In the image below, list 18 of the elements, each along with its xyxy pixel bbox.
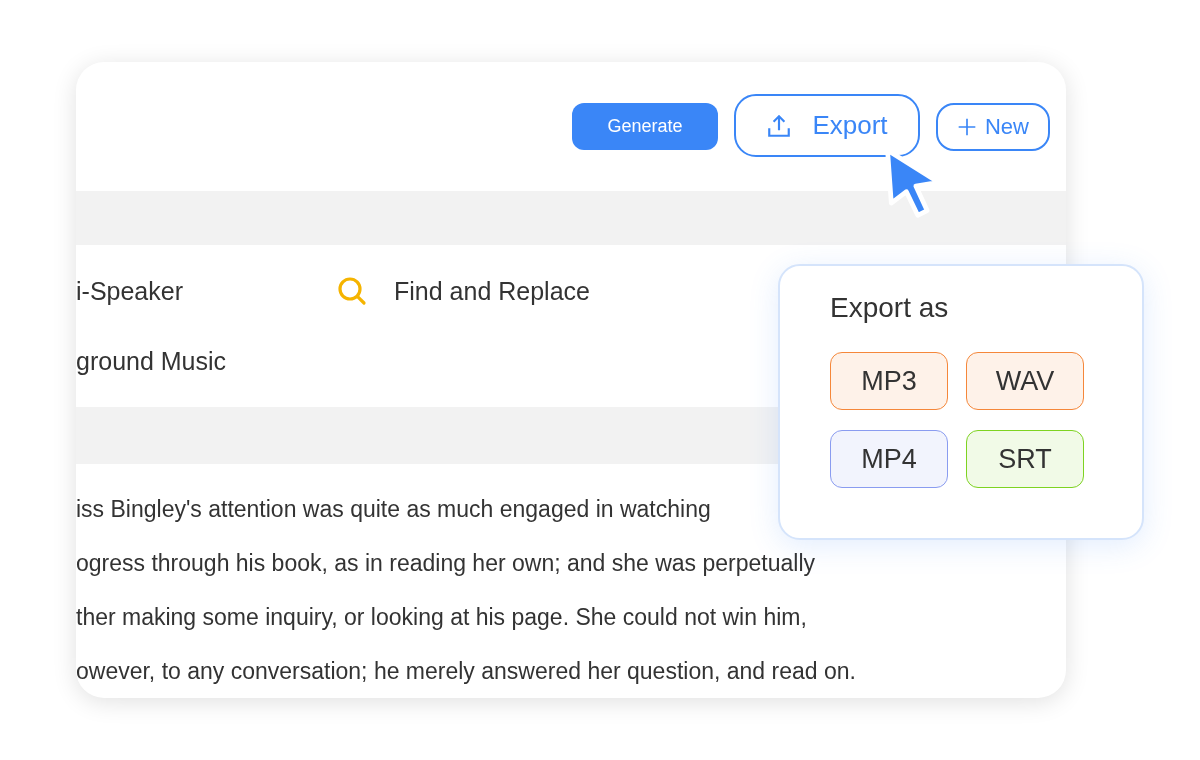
export-button[interactable]: Export [734,94,920,158]
text-line: owever, to any conversation; he merely answered her question, and read on. [76,657,857,686]
text-line: ogress through his book, as in reading her own; and she was perpetually [76,549,816,578]
format-option[interactable]: WAV [966,352,1084,410]
search-icon [336,275,368,308]
text-line: ther making some inquiry, or looking at his page. She could not win him, [76,603,808,632]
generate-button[interactable]: Generate [572,103,718,151]
format-option[interactable]: SRT [966,430,1084,488]
format-option[interactable]: MP3 [830,352,948,410]
tool-item[interactable]: ground Music [76,346,227,376]
tool-item[interactable]: Find and Replace [394,276,590,306]
menu-title: Export as [830,292,950,324]
tool-item[interactable]: i-Speaker [76,276,183,306]
upload-icon [766,112,793,139]
new-button[interactable]: New [936,102,1050,151]
text-line: iss Bingley's attention was quite as much engaged in watching [76,495,712,524]
plus-icon [957,116,977,137]
format-option[interactable]: MP4 [830,430,948,488]
